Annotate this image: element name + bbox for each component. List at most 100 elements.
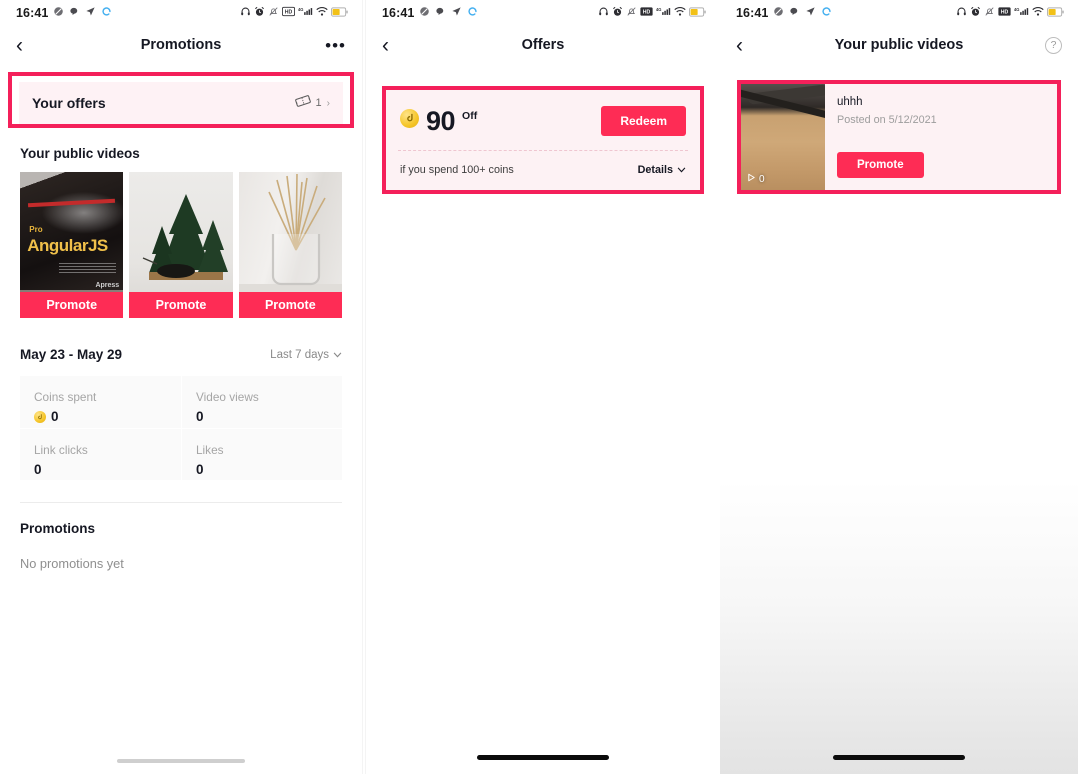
promote-button[interactable]: Promote <box>238 292 342 318</box>
battery-icon <box>1047 4 1064 22</box>
stat-card-link-clicks: Link clicks 0 <box>20 428 181 480</box>
sync-icon <box>821 4 832 22</box>
video-list-wrapper: 0 uhhh Posted on 5/12/2021 Promote <box>737 80 1061 194</box>
svg-text:4G: 4G <box>656 7 661 12</box>
promotions-heading: Promotions <box>20 521 96 536</box>
promote-button[interactable]: Promote <box>837 152 924 178</box>
offer-card-bottom: if you spend 100+ coins Details <box>386 151 700 190</box>
hd-icon: HD <box>998 4 1011 22</box>
wifi-icon <box>1032 4 1044 22</box>
status-bar-right: HD 4G <box>956 4 1064 22</box>
stat-value: 0 <box>196 462 204 477</box>
offer-card: 90 Off Redeem if you spend 100+ coins De… <box>386 90 700 190</box>
public-videos-strip: Pro AngularJS Apress Promote Promote Pro… <box>0 172 362 318</box>
bell-off-icon <box>984 4 995 22</box>
svg-text:HD: HD <box>643 9 651 15</box>
thumb-text-pro: Pro <box>29 224 43 234</box>
redeem-button[interactable]: Redeem <box>601 106 686 136</box>
offer-condition: if you spend 100+ coins <box>400 164 514 176</box>
svg-text:HD: HD <box>285 9 293 15</box>
hd-icon: HD <box>640 4 653 22</box>
stat-value-wrap: 0 <box>196 462 342 477</box>
nav-bar-offers: ‹ Offers <box>366 26 720 64</box>
chat-icon <box>69 4 80 22</box>
stats-grid: Coins spent 0 Video views 0 Link clicks … <box>20 376 342 480</box>
stat-value: 0 <box>196 409 204 424</box>
home-indicator <box>117 759 245 763</box>
stat-card-likes: Likes 0 <box>181 428 342 480</box>
stat-label: Coins spent <box>34 390 97 404</box>
offer-card-highlight: 90 Off Redeem if you spend 100+ coins De… <box>382 86 704 194</box>
offer-card-top: 90 Off Redeem <box>386 90 700 150</box>
promote-button[interactable]: Promote <box>129 292 233 318</box>
your-offers-highlight: Your offers 1 › <box>8 72 354 128</box>
status-bar-left: 16:41 <box>736 4 832 22</box>
chevron-down-icon <box>677 164 686 176</box>
promotions-empty-text: No promotions yet <box>20 556 124 571</box>
panel-offers: 16:41 HD 4G ‹ Offers 90 Off Redeem if yo… <box>366 0 720 774</box>
ticket-icon <box>294 94 311 113</box>
signal-4g-icon: 4G <box>656 4 671 22</box>
headphones-icon <box>598 4 609 22</box>
signal-4g-icon: 4G <box>1014 4 1029 22</box>
mute-icon <box>419 4 430 22</box>
offer-amount-group: 90 Off <box>400 105 478 136</box>
screenshot-stage: 16:41 HD 4G ‹ Promotions ••• Your offers… <box>0 0 1080 774</box>
promote-button[interactable]: Promote <box>20 292 124 318</box>
video-card[interactable]: Promote <box>129 172 233 318</box>
battery-icon <box>689 4 706 22</box>
video-thumbnail[interactable]: 0 <box>741 84 825 190</box>
more-options-icon[interactable]: ••• <box>325 37 346 54</box>
stat-value: 0 <box>51 409 59 424</box>
status-time: 16:41 <box>16 6 49 20</box>
your-offers-row[interactable]: Your offers 1 › <box>19 82 343 124</box>
status-bar-panel1: 16:41 HD 4G <box>0 0 362 26</box>
home-indicator <box>833 755 965 760</box>
offer-off-label: Off <box>462 109 478 122</box>
sync-icon <box>467 4 478 22</box>
back-button[interactable]: ‹ <box>382 35 389 56</box>
status-bar-right: HD 4G <box>240 4 348 22</box>
video-item-highlight: 0 uhhh Posted on 5/12/2021 Promote <box>737 80 1061 194</box>
alarm-icon <box>612 4 623 22</box>
svg-text:4G: 4G <box>298 7 303 12</box>
sync-icon <box>101 4 112 22</box>
stat-value: 0 <box>34 462 42 477</box>
offer-amount: 90 <box>426 105 456 136</box>
headphones-icon <box>956 4 967 22</box>
panel-your-public-videos: 16:41 HD 4G ‹ Your public videos ? 0 uhh… <box>720 0 1078 774</box>
help-icon[interactable]: ? <box>1045 36 1062 54</box>
video-title: uhhh <box>837 96 863 108</box>
signal-4g-icon: 4G <box>298 4 313 22</box>
video-card[interactable]: Promote <box>238 172 342 318</box>
svg-text:4G: 4G <box>1014 7 1019 12</box>
alarm-icon <box>970 4 981 22</box>
back-button[interactable]: ‹ <box>736 35 743 56</box>
stat-label: Link clicks <box>34 443 88 457</box>
date-range-label: May 23 - May 29 <box>20 347 123 362</box>
back-button[interactable]: ‹ <box>16 35 23 56</box>
status-bar-panel3: 16:41 HD 4G <box>720 0 1078 26</box>
location-icon <box>85 4 96 22</box>
date-range-row: May 23 - May 29 Last 7 days <box>0 347 362 362</box>
svg-text:HD: HD <box>1001 9 1009 15</box>
status-time: 16:41 <box>736 6 769 20</box>
chat-icon <box>789 4 800 22</box>
range-selector[interactable]: Last 7 days <box>270 349 342 361</box>
offer-details-toggle[interactable]: Details <box>638 164 686 176</box>
chat-icon <box>435 4 446 22</box>
list-item[interactable]: 0 uhhh Posted on 5/12/2021 Promote <box>741 84 1057 190</box>
panel-promotions: 16:41 HD 4G ‹ Promotions ••• Your offers… <box>0 0 362 774</box>
your-offers-right: 1 › <box>294 94 330 113</box>
wifi-icon <box>316 4 328 22</box>
play-count-badge: 0 <box>747 173 765 185</box>
play-count-value: 0 <box>759 173 765 185</box>
stat-card-video-views: Video views 0 <box>181 376 342 428</box>
mute-icon <box>773 4 784 22</box>
page-title: Offers <box>521 37 565 53</box>
video-card[interactable]: Pro AngularJS Apress Promote <box>20 172 124 318</box>
bell-off-icon <box>626 4 637 22</box>
thumb-text-angularjs: AngularJS <box>27 236 108 256</box>
section-divider <box>20 502 342 503</box>
offer-card-wrapper: 90 Off Redeem if you spend 100+ coins De… <box>382 86 704 194</box>
